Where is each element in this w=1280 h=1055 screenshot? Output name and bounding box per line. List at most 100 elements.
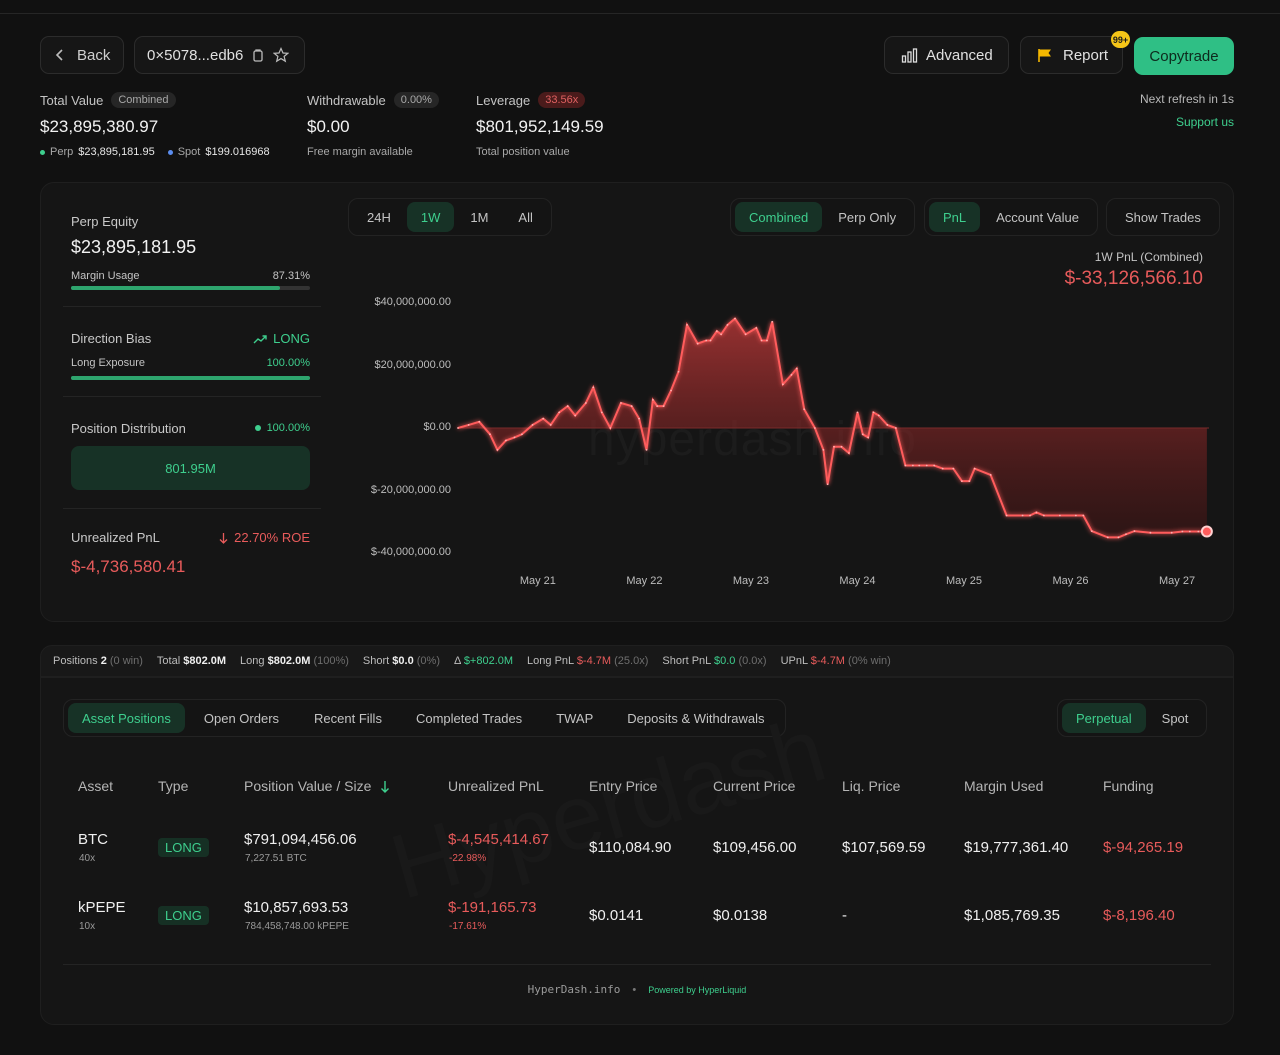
summary-long: Long $802.0M (100%) xyxy=(240,655,349,667)
col-funding[interactable]: Funding xyxy=(1103,778,1154,794)
col-margin-used[interactable]: Margin Used xyxy=(964,778,1043,794)
arrow-down-icon xyxy=(219,532,228,544)
footer-site[interactable]: HyperDash.info xyxy=(528,983,621,996)
long-exposure-bar xyxy=(71,376,310,380)
distribution-box[interactable]: 801.95M xyxy=(71,446,310,490)
margin-usage-bar xyxy=(71,286,310,290)
total-value: $23,895,380.97 xyxy=(40,117,159,136)
withdrawable-label-row: Withdrawable 0.00% xyxy=(307,92,439,108)
spot-label: Spot xyxy=(177,146,201,158)
row-current-price: $109,456.00 xyxy=(713,839,797,856)
market-spot[interactable]: Spot xyxy=(1148,703,1203,733)
left-divider-3 xyxy=(63,508,321,509)
tab-asset-positions[interactable]: Asset Positions xyxy=(68,703,185,733)
row-position-size: 7,227.51 BTC xyxy=(245,853,307,864)
positions-summary-bar: Positions 2 (0 win) Total $802.0M Long $… xyxy=(40,645,1234,677)
x-tick-label: May 21 xyxy=(519,575,556,587)
col-liq-price[interactable]: Liq. Price xyxy=(842,778,900,794)
direction-bias-value-row: LONG xyxy=(210,331,310,346)
footer-separator: • xyxy=(632,983,637,996)
tab-twap[interactable]: TWAP xyxy=(540,703,609,733)
row-position-value: $10,857,693.53 xyxy=(244,899,349,916)
mode-combined[interactable]: Combined xyxy=(735,202,823,232)
footer-powered[interactable]: Powered by HyperLiquid xyxy=(648,985,746,995)
market-type-selector: Perpetual Spot xyxy=(1057,699,1208,737)
unrealized-pnl-label: Unrealized PnL xyxy=(71,530,160,545)
x-tick-label: May 27 xyxy=(1158,575,1196,587)
address-chip[interactable]: 0×5078...edb6 xyxy=(134,36,305,74)
top-divider xyxy=(0,13,1280,14)
perp-equity-label: Perp Equity xyxy=(71,214,139,229)
market-perpetual[interactable]: Perpetual xyxy=(1062,703,1146,733)
copy-icon[interactable] xyxy=(251,48,265,63)
chart-watermark: hyperdash.info xyxy=(588,413,917,466)
back-button[interactable]: Back xyxy=(40,36,124,74)
star-icon[interactable] xyxy=(273,47,290,63)
row-current-price: $0.0138 xyxy=(713,907,768,924)
metric-account-value[interactable]: Account Value xyxy=(982,202,1093,232)
tab-open-orders[interactable]: Open Orders xyxy=(187,703,296,733)
long-exposure-value: 100.00% xyxy=(266,357,310,369)
x-tick-label: May 23 xyxy=(732,575,769,587)
mode-perp-only[interactable]: Perp Only xyxy=(824,202,910,232)
timeframe-24h[interactable]: 24H xyxy=(353,202,405,232)
total-value-label: Total Value xyxy=(40,92,104,108)
tab-completed-trades[interactable]: Completed Trades xyxy=(400,703,538,733)
row-position-size: 784,458,748.00 kPEPE xyxy=(245,921,349,932)
row-liq-price: - xyxy=(842,907,847,924)
long-exposure-label: Long Exposure xyxy=(71,357,145,369)
copytrade-button[interactable]: Copytrade xyxy=(1134,37,1234,75)
summary-long-pnl: Long PnL $-4.7M (25.0x) xyxy=(527,655,649,667)
distribution-box-value: 801.95M xyxy=(165,460,216,476)
perp-label: Perp xyxy=(50,146,74,158)
back-label: Back xyxy=(77,46,111,64)
chevron-left-icon xyxy=(55,49,63,61)
show-trades-label: Show Trades xyxy=(1125,209,1201,225)
summary-upnl: UPnL $-4.7M (0% win) xyxy=(780,655,891,667)
timeframe-all[interactable]: All xyxy=(504,202,546,232)
report-button[interactable]: Report xyxy=(1020,36,1123,74)
summary-short: Short $0.0 (0%) xyxy=(362,655,440,667)
y-tick-label: $-20,000,000.00 xyxy=(370,483,451,496)
col-current-price[interactable]: Current Price xyxy=(713,778,795,794)
x-tick-label: May 25 xyxy=(945,575,983,587)
report-label: Report xyxy=(1063,46,1109,64)
perp-value: $23,895,181.95 xyxy=(78,146,155,158)
summary-delta: Δ $+802.0M xyxy=(454,655,514,667)
support-link[interactable]: Support us xyxy=(1176,115,1234,129)
sort-desc-icon[interactable] xyxy=(380,780,390,793)
advanced-button[interactable]: Advanced xyxy=(884,36,1009,74)
col-asset[interactable]: Asset xyxy=(78,778,113,794)
timeframe-1m[interactable]: 1M xyxy=(456,202,502,232)
col-position-value[interactable]: Position Value / Size xyxy=(244,778,390,794)
spot-dot xyxy=(167,149,173,155)
col-entry-price[interactable]: Entry Price xyxy=(589,778,657,794)
row-unrealized-pct: -17.61% xyxy=(449,921,487,932)
perp-dot xyxy=(40,149,45,155)
footer: HyperDash.info • Powered by HyperLiquid xyxy=(0,983,1274,996)
unrealized-roe: 22.70% ROE xyxy=(234,530,310,545)
timeframe-1w[interactable]: 1W xyxy=(406,202,455,232)
row-entry-price: $110,084.90 xyxy=(589,839,672,856)
margin-usage-value: 87.31% xyxy=(272,270,310,282)
spot-value: $199.016968 xyxy=(205,146,270,158)
col-type[interactable]: Type xyxy=(158,778,188,794)
withdrawable-pill: 0.00% xyxy=(393,92,439,108)
x-tick-label: May 24 xyxy=(839,575,876,587)
row-asset: BTC xyxy=(78,831,108,848)
tab-recent-fills[interactable]: Recent Fills xyxy=(298,703,398,733)
metric-pnl[interactable]: PnL xyxy=(929,202,981,232)
row-leverage: 10x xyxy=(79,921,96,932)
positions-tabs: Asset Positions Open Orders Recent Fills… xyxy=(63,699,786,737)
col-unrealized-pnl[interactable]: Unrealized PnL xyxy=(448,778,544,794)
row-position-value: $791,094,456.06 xyxy=(244,831,357,848)
row-funding: $-8,196.40 xyxy=(1103,907,1175,924)
show-trades-toggle[interactable]: Show Trades xyxy=(1106,198,1220,236)
direction-bias-value: LONG xyxy=(273,331,310,346)
direction-bias-label: Direction Bias xyxy=(71,331,152,346)
perp-spot-breakdown: Perp $23,895,181.95 Spot $199.016968 xyxy=(40,146,270,158)
leverage-pill: 33.56x xyxy=(538,92,586,108)
total-value-label-row: Total Value Combined xyxy=(40,92,176,108)
report-count-badge: 99+ xyxy=(1111,31,1130,48)
col-position-value-label: Position Value / Size xyxy=(244,778,372,794)
